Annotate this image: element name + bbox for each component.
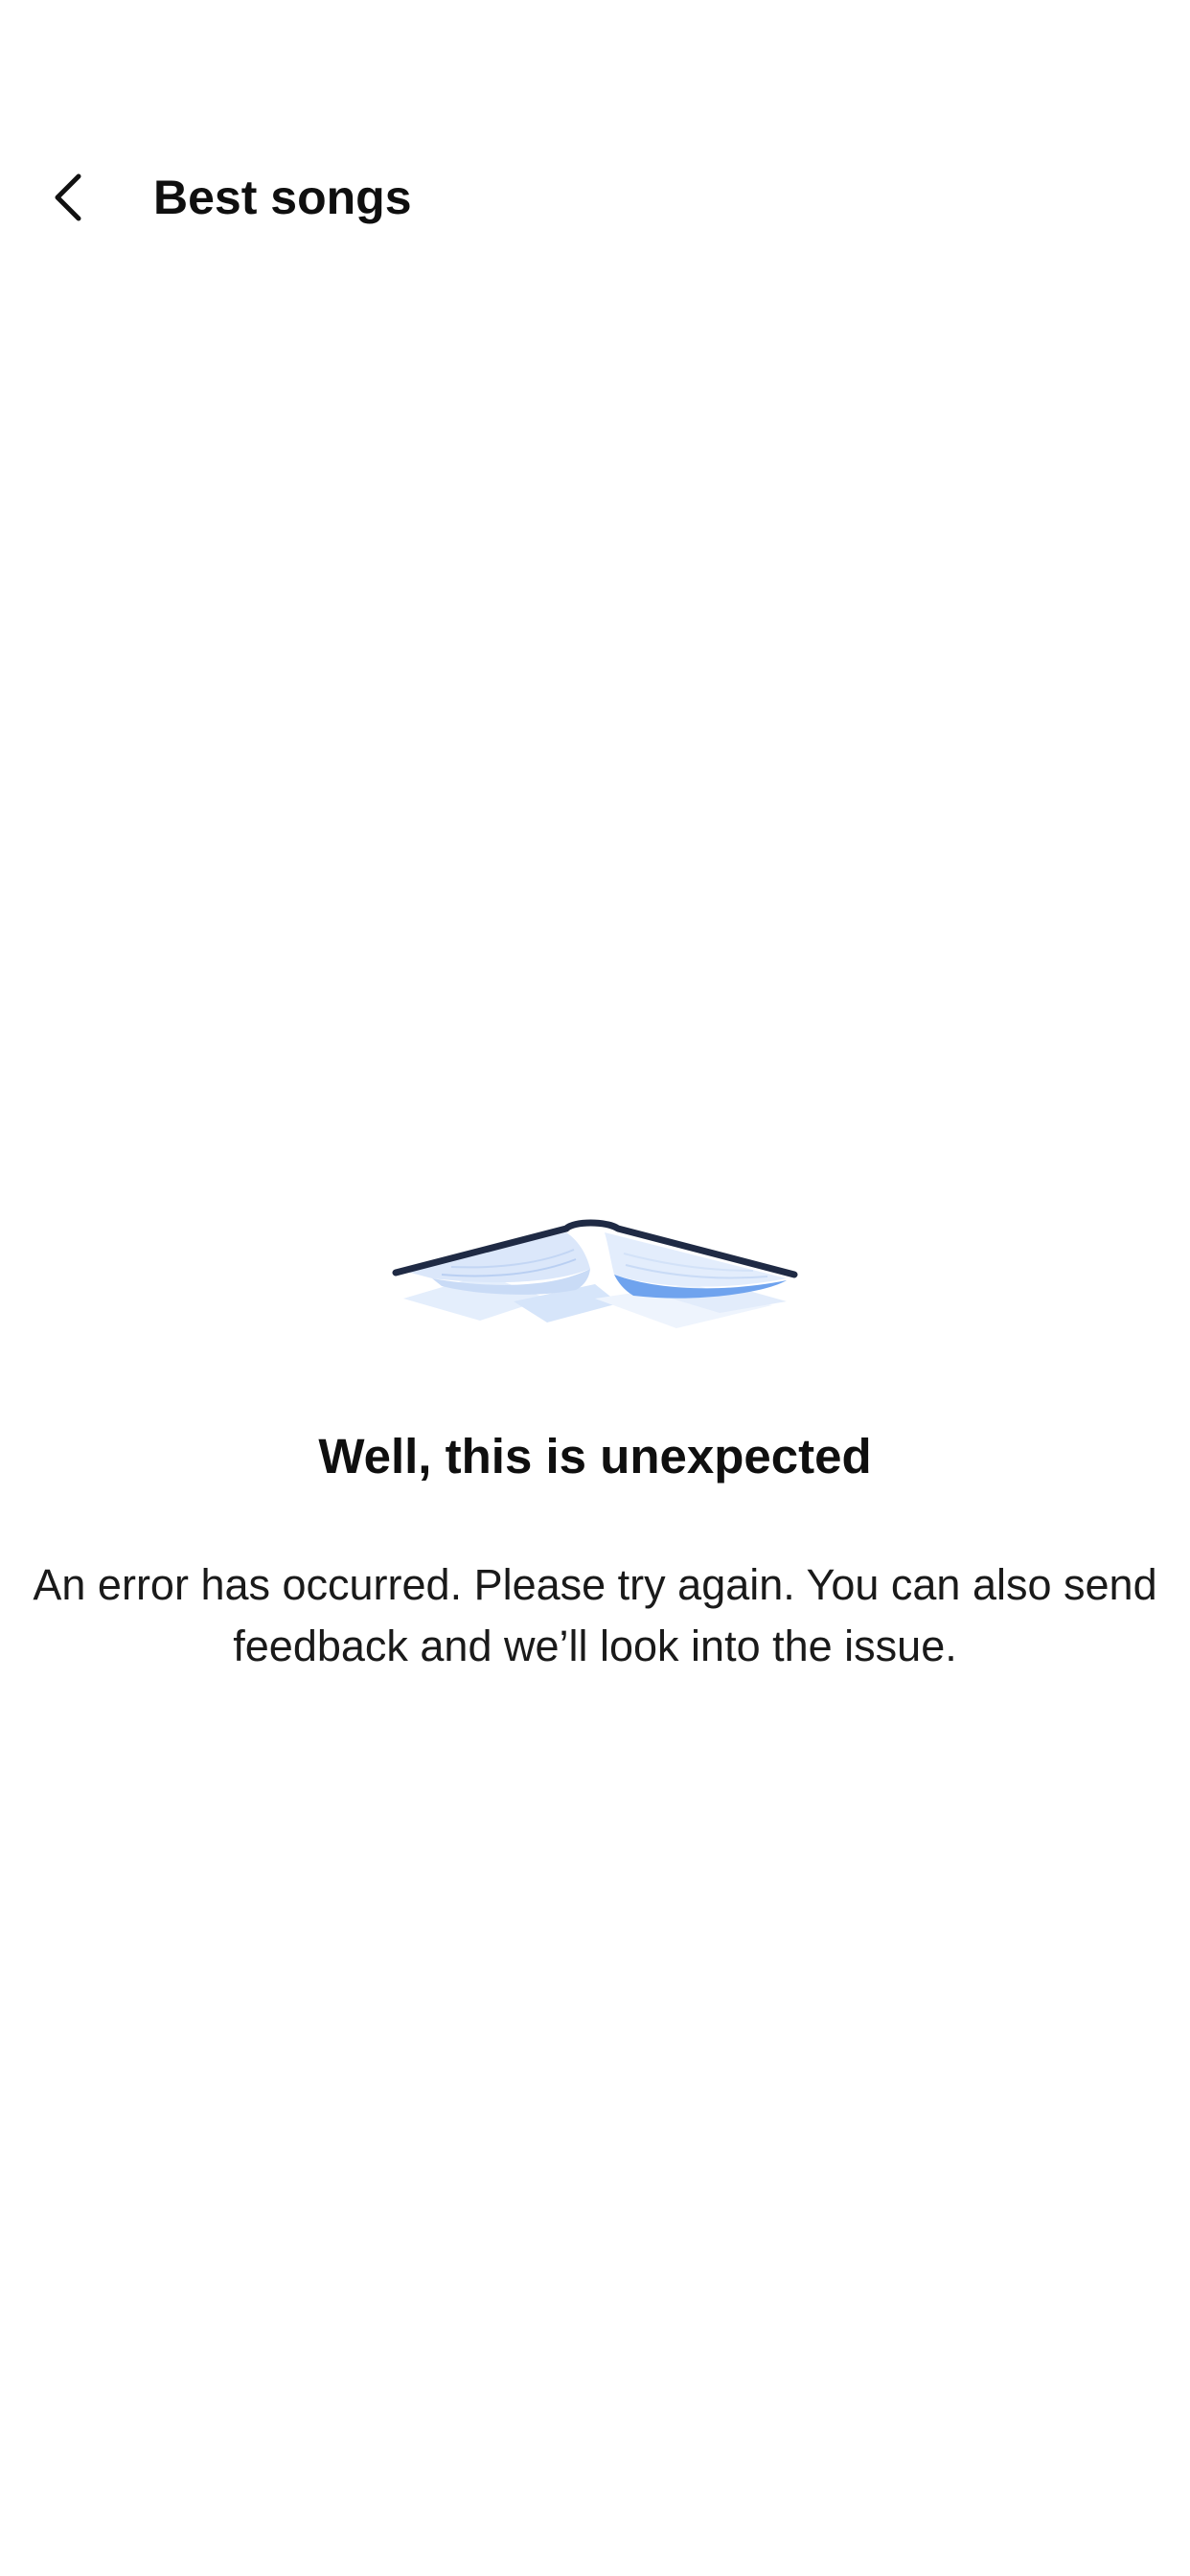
chevron-left-icon <box>55 173 81 221</box>
error-state: Well, this is unexpected An error has oc… <box>0 1208 1190 1677</box>
open-book-illustration <box>392 1219 798 1328</box>
back-button[interactable] <box>29 157 109 238</box>
error-message: An error has occurred. Please try again.… <box>33 1560 1157 1670</box>
top-bar: Best songs <box>0 144 1190 251</box>
page-title: Best songs <box>153 171 412 224</box>
error-title: Well, this is unexpected <box>318 1429 872 1484</box>
